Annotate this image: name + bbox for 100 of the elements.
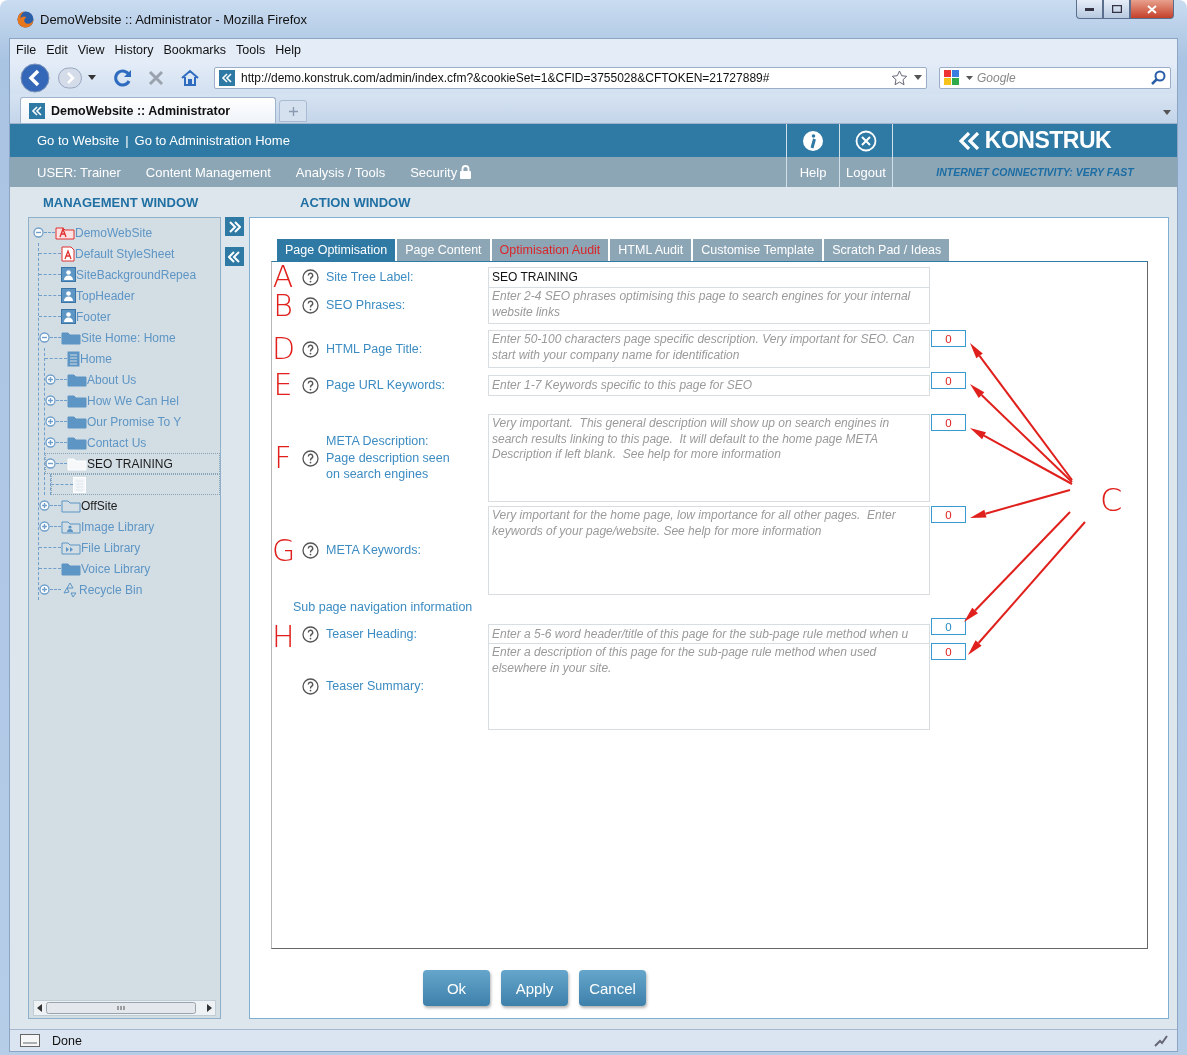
back-button[interactable] xyxy=(20,62,52,93)
tree-item[interactable]: About Us xyxy=(45,369,220,390)
dropdown-caret-icon[interactable] xyxy=(966,75,973,80)
input-field[interactable]: SEO TRAINING xyxy=(488,266,930,288)
minimize-icon xyxy=(1085,7,1094,11)
collapse-panel-button[interactable] xyxy=(225,247,244,266)
tree-item[interactable]: How We Can Hel xyxy=(45,390,220,411)
text-area[interactable]: Enter a description of this page for the sub-page rule method when used elsewhere in your site. xyxy=(488,643,930,730)
field-label: SEO Phrases: xyxy=(326,297,407,314)
expand-icon[interactable] xyxy=(45,416,56,427)
collapse-icon[interactable] xyxy=(45,458,56,469)
text-area[interactable]: Enter 50-100 characters page specific description. Very important for SEO. Can start with your company name for identification xyxy=(488,330,930,368)
help-icon[interactable] xyxy=(301,268,319,286)
horizontal-scrollbar[interactable] xyxy=(33,1000,216,1016)
help-button[interactable]: Help xyxy=(786,124,839,187)
tree-item[interactable]: Home xyxy=(45,348,220,369)
field-label: META Description: Page description seen on search engines xyxy=(326,433,451,483)
menu-item[interactable]: Tools xyxy=(236,43,266,57)
help-icon[interactable] xyxy=(301,297,319,314)
tree-item[interactable]: Our Promise To Y xyxy=(45,411,220,432)
tab[interactable]: Scratch Pad / Ideas xyxy=(824,239,950,261)
history-dropdown[interactable] xyxy=(88,75,96,80)
input-field[interactable]: Enter a 5-6 word header/title of this page for the sub-page rule method when u xyxy=(488,623,930,645)
expand-icon[interactable] xyxy=(45,437,56,448)
window-title: DemoWebsite :: Administrator - Mozilla Firefox xyxy=(40,11,309,27)
expand-icon[interactable] xyxy=(39,521,50,532)
maximize-button[interactable] xyxy=(1103,0,1130,19)
search-field[interactable]: Google xyxy=(939,66,1171,89)
help-icon[interactable] xyxy=(301,449,319,467)
separator: | xyxy=(125,133,129,148)
tab[interactable]: Page Content xyxy=(397,239,490,261)
action-button[interactable]: Apply xyxy=(501,970,568,1006)
nav-link[interactable]: Analysis / Tools xyxy=(295,164,386,180)
close-button[interactable] xyxy=(1130,0,1174,19)
recycle-icon xyxy=(61,580,79,599)
menu-item[interactable]: Bookmarks xyxy=(163,43,226,57)
tree-item[interactable]: Voice Library xyxy=(39,558,220,579)
expand-icon[interactable] xyxy=(39,500,50,511)
minimize-button[interactable] xyxy=(1076,0,1103,19)
nav-link[interactable]: Security xyxy=(410,164,472,180)
expand-icon[interactable] xyxy=(45,395,56,406)
browser-tab[interactable]: DemoWebsite :: Administrator xyxy=(20,97,276,123)
collapse-icon[interactable] xyxy=(39,332,50,343)
browser-logo-icon xyxy=(17,10,34,28)
menu-item[interactable]: Edit xyxy=(46,43,68,57)
header-link[interactable]: Go to Website xyxy=(37,133,120,148)
bookmark-star-icon[interactable] xyxy=(891,69,908,86)
text-area[interactable]: Very important. This general description will show up on search engines in search results linking to this page. It will default to the home page META Description if left blank. See help for more information xyxy=(488,414,930,502)
action-button[interactable]: Ok xyxy=(423,970,490,1006)
expand-panel-button[interactable] xyxy=(225,217,244,236)
menu-item[interactable]: File xyxy=(16,43,37,57)
header-link[interactable]: Go to Administration Home xyxy=(134,133,290,148)
text-area[interactable]: Enter 2-4 SEO phrases optimising this page to search engines for your internal website links xyxy=(488,287,930,324)
tab[interactable]: Optimisation Audit xyxy=(491,239,609,261)
tree-item[interactable]: SEO TRAINING xyxy=(45,453,220,474)
action-button[interactable]: Cancel xyxy=(579,970,646,1006)
tab[interactable]: HTML Audit xyxy=(610,239,692,261)
dropdown-caret-icon[interactable] xyxy=(914,75,922,80)
media-folder-icon xyxy=(61,540,81,555)
tree-item[interactable]: Recycle Bin xyxy=(39,579,220,600)
tab-list-button[interactable] xyxy=(1163,110,1171,115)
tree-item[interactable]: Contact Us xyxy=(45,432,220,453)
input-field[interactable]: Enter 1-7 Keywords specific to this page for SEO xyxy=(488,374,930,396)
tab[interactable]: Customise Template xyxy=(693,239,823,261)
help-icon[interactable] xyxy=(301,376,319,394)
tree-item[interactable]: Image Library xyxy=(39,516,220,537)
tree-item[interactable]: DemoWebSite xyxy=(33,222,220,243)
menu-item[interactable]: View xyxy=(77,43,105,57)
character-counter: 0 xyxy=(931,618,966,635)
collapse-icon[interactable] xyxy=(33,227,44,238)
tree-item[interactable]: SiteBackgroundRepea xyxy=(39,264,220,285)
tree-item[interactable]: Footer xyxy=(39,306,220,327)
menu-item[interactable]: History xyxy=(114,43,154,57)
tree-item[interactable]: OffSite xyxy=(39,495,220,516)
tree-item[interactable]: Default StyleSheet xyxy=(39,243,220,264)
close-icon xyxy=(855,129,877,152)
help-icon[interactable] xyxy=(301,542,319,559)
tab[interactable]: Page Optimisation xyxy=(277,239,396,261)
logout-button[interactable]: Logout xyxy=(839,124,892,187)
nav-link[interactable]: USER: Trainer xyxy=(37,164,121,180)
annotation-letter: B xyxy=(272,292,294,319)
expand-icon[interactable] xyxy=(45,374,56,385)
search-icon[interactable] xyxy=(1151,70,1166,85)
reload-button[interactable] xyxy=(114,68,132,87)
tree-item[interactable] xyxy=(51,474,220,495)
expand-icon[interactable] xyxy=(39,584,50,595)
nav-link[interactable]: Content Management xyxy=(145,164,271,180)
tree-item[interactable]: Site Home: Home xyxy=(39,327,220,348)
search-engine-icon[interactable] xyxy=(944,69,962,86)
text-area[interactable]: Very important for the home page, low importance for all other pages. Enter keywords of your page/website. See help for more information xyxy=(488,506,930,595)
help-icon[interactable] xyxy=(301,340,319,358)
address-field[interactable]: http://demo.konstruk.com/admin/index.cfm?&cookieSet=1&CFID=3755028&CFTOKEN=21727889# xyxy=(214,66,927,89)
page-icon xyxy=(73,476,86,493)
tree-item[interactable]: File Library xyxy=(39,537,220,558)
tree-item[interactable]: TopHeader xyxy=(39,285,220,306)
character-counter: 0 xyxy=(931,414,966,431)
menu-item[interactable]: Help xyxy=(275,43,301,57)
help-icon[interactable] xyxy=(301,678,319,695)
help-icon[interactable] xyxy=(301,625,319,643)
home-button[interactable] xyxy=(180,68,200,87)
